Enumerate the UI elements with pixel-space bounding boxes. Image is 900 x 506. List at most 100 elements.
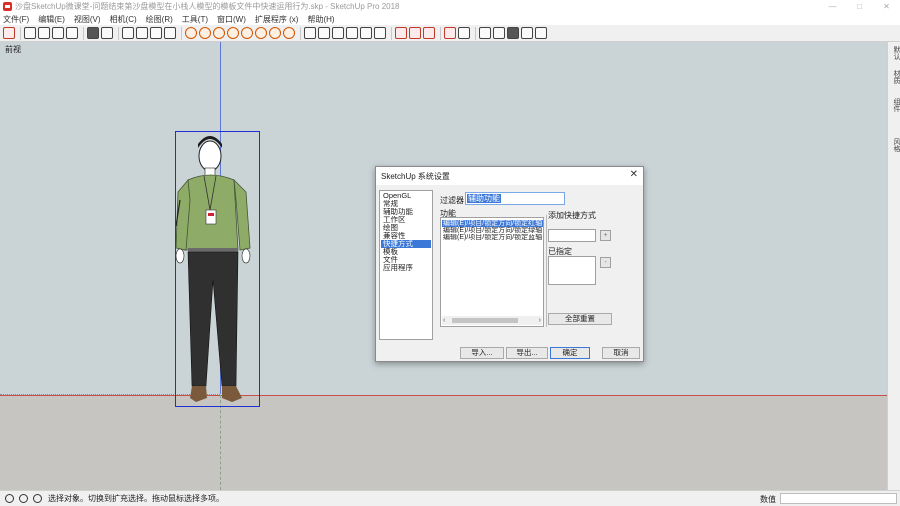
menu-file[interactable]: 文件(F) [3, 14, 29, 25]
menu-window[interactable]: 窗口(W) [217, 14, 246, 25]
category-files[interactable]: 文件 [381, 256, 431, 264]
tray-tab-materials[interactable]: 材质 [889, 70, 900, 84]
window-icon[interactable] [122, 27, 134, 39]
house-icon[interactable] [304, 27, 316, 39]
select-arrow-icon[interactable] [3, 27, 15, 39]
window-controls: — □ ✕ [819, 0, 900, 13]
measurements-input[interactable] [780, 493, 897, 504]
warehouse-icon[interactable] [395, 27, 407, 39]
red-axis-line [0, 395, 887, 396]
print-icon[interactable] [136, 27, 148, 39]
ok-button[interactable]: 确定 [550, 347, 590, 359]
dialog-close-icon[interactable]: ✕ [630, 170, 638, 180]
pencil-icon[interactable] [185, 27, 197, 39]
category-shortcuts[interactable]: 快捷方式 [381, 240, 431, 248]
status-message: 选择对象。切换到扩充选择。拖动鼠标选择多项。 [48, 494, 224, 503]
tray-tab-default[interactable]: 默认 [889, 46, 900, 60]
sun-icon[interactable] [444, 27, 456, 39]
polygon-icon[interactable] [255, 27, 267, 39]
main-toolbar [0, 25, 900, 42]
front-view-icon[interactable] [346, 27, 358, 39]
category-opengl[interactable]: OpenGL [381, 192, 431, 200]
scenes-icon[interactable] [535, 27, 547, 39]
menu-camera[interactable]: 相机(C) [110, 14, 137, 25]
menu-extensions[interactable]: 扩展程序 (x) [255, 14, 299, 25]
export-button[interactable]: 导出... [506, 347, 548, 359]
tray-tab-styles[interactable]: 风格 [889, 138, 900, 152]
menu-help[interactable]: 帮助(H) [307, 14, 334, 25]
category-general[interactable]: 常规 [381, 200, 431, 208]
maximize-button[interactable]: □ [846, 0, 873, 13]
category-template[interactable]: 模板 [381, 248, 431, 256]
menu-tools[interactable]: 工具(T) [182, 14, 208, 25]
share-model-icon[interactable] [423, 27, 435, 39]
toolbar-separator [391, 26, 392, 40]
close-window-button[interactable]: ✕ [873, 0, 900, 13]
group-icon[interactable] [66, 27, 78, 39]
menu-draw[interactable]: 绘图(R) [146, 14, 173, 25]
preferences-dialog: SketchUp 系统设置 ✕ OpenGL 常规 辅助功能 工作区 绘图 兼容… [375, 166, 644, 362]
function-list-scrollbar[interactable]: ‹ › [442, 316, 542, 325]
eraser-icon[interactable] [24, 27, 36, 39]
scrollbar-thumb[interactable] [452, 318, 518, 323]
function-item[interactable]: 编辑(E)/项目/锁定方向/锁定红轴 [442, 220, 543, 227]
toolbar-separator [475, 26, 476, 40]
add-shortcut-button[interactable]: + [600, 230, 611, 241]
image-icon[interactable] [87, 27, 99, 39]
geo-location-icon[interactable] [5, 494, 14, 503]
fog-icon[interactable] [458, 27, 470, 39]
make-component-icon[interactable] [52, 27, 64, 39]
filter-input[interactable]: 辅助功能 [465, 192, 565, 205]
toolbar-separator [20, 26, 21, 40]
extension-warehouse-icon[interactable] [409, 27, 421, 39]
line-icon[interactable] [199, 27, 211, 39]
scroll-left-icon[interactable]: ‹ [443, 316, 445, 325]
top-view-icon[interactable] [332, 27, 344, 39]
push-pull-icon[interactable] [269, 27, 281, 39]
function-item[interactable]: 编辑(E)/项目/锁定方向/锁定蓝轴 [442, 234, 543, 241]
layout-icon[interactable] [101, 27, 113, 39]
category-accessibility[interactable]: 辅助功能 [381, 208, 431, 216]
minimize-button[interactable]: — [819, 0, 846, 13]
shortcut-input[interactable] [548, 229, 596, 242]
toolbar-separator [440, 26, 441, 40]
remove-shortcut-button[interactable]: - [600, 257, 611, 268]
section-fill-icon[interactable] [521, 27, 533, 39]
rectangle-icon[interactable] [227, 27, 239, 39]
section-cut-icon[interactable] [507, 27, 519, 39]
menu-edit[interactable]: 编辑(E) [38, 14, 65, 25]
right-view-icon[interactable] [360, 27, 372, 39]
import-button[interactable]: 导入... [460, 347, 504, 359]
user-icon[interactable] [33, 494, 42, 503]
function-list[interactable]: 编辑(E)/项目/锁定方向/锁定红轴 编辑(E)/项目/锁定方向/锁定绿轴 编辑… [440, 217, 544, 327]
document-icon[interactable] [164, 27, 176, 39]
arc-icon[interactable] [213, 27, 225, 39]
paint-bucket-icon[interactable] [38, 27, 50, 39]
panel-divider [546, 215, 547, 327]
dialog-title-bar[interactable]: SketchUp 系统设置 ✕ [376, 167, 643, 185]
tray-tab-components[interactable]: 组件 [889, 98, 900, 112]
dialog-title: SketchUp 系统设置 [381, 172, 450, 181]
reset-all-button[interactable]: 全部重置 [548, 313, 612, 325]
display-section-icon[interactable] [493, 27, 505, 39]
credits-icon[interactable] [19, 494, 28, 503]
category-list[interactable]: OpenGL 常规 辅助功能 工作区 绘图 兼容性 快捷方式 模板 文件 应用程… [379, 190, 433, 340]
section-plane-icon[interactable] [479, 27, 491, 39]
cancel-button[interactable]: 取消 [602, 347, 640, 359]
back-view-icon[interactable] [374, 27, 386, 39]
folder-icon[interactable] [150, 27, 162, 39]
menu-view[interactable]: 视图(V) [74, 14, 101, 25]
assigned-shortcuts-list[interactable] [548, 256, 596, 285]
circle-icon[interactable] [241, 27, 253, 39]
iso-view-icon[interactable] [318, 27, 330, 39]
function-item[interactable]: 编辑(E)/项目/锁定方向/锁定绿轴 [442, 227, 543, 234]
scroll-right-icon[interactable]: › [539, 316, 541, 325]
green-axis-dashed [220, 395, 221, 490]
toolbar-separator [300, 26, 301, 40]
offset-icon[interactable] [283, 27, 295, 39]
category-applications[interactable]: 应用程序 [381, 264, 431, 272]
category-compatibility[interactable]: 兼容性 [381, 232, 431, 240]
default-tray: 默认 材质 组件 风格 [887, 42, 900, 490]
category-workspace[interactable]: 工作区 [381, 216, 431, 224]
category-drawing[interactable]: 绘图 [381, 224, 431, 232]
